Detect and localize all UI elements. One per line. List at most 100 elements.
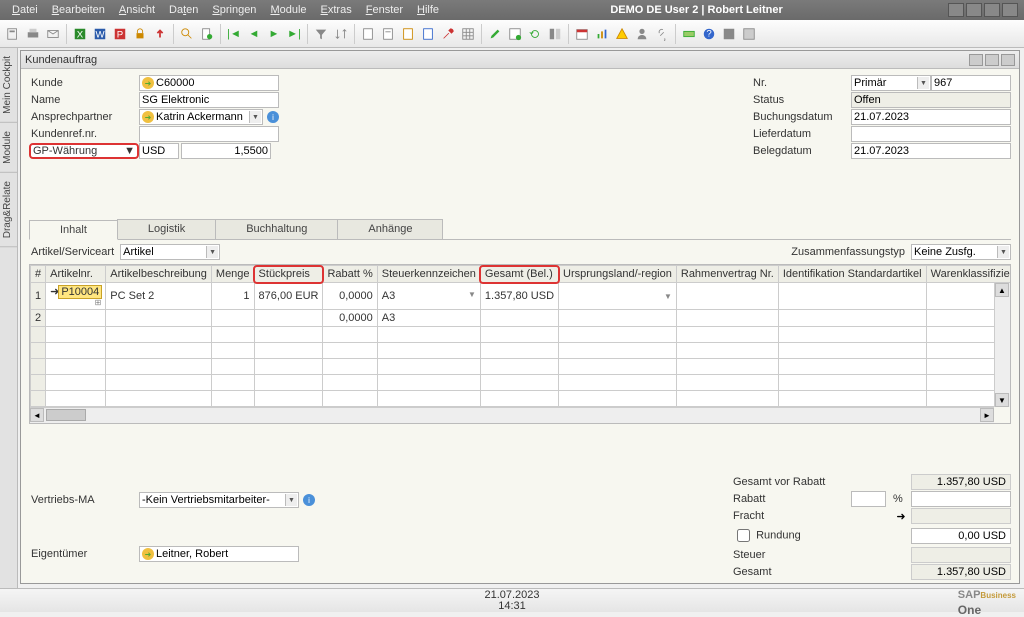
col-rahmen[interactable]: Rahmenvertrag Nr. — [676, 266, 778, 283]
col-num[interactable]: # — [31, 266, 46, 283]
currency-field[interactable]: USD — [139, 143, 179, 159]
buchungsdatum-field[interactable]: 21.07.2023 — [851, 109, 1011, 125]
link-arrow-icon[interactable]: ➜ — [142, 548, 154, 560]
name-field[interactable]: SG Elektronic — [139, 92, 279, 108]
link-icon[interactable] — [653, 25, 671, 43]
col-ident[interactable]: Identifikation Standardartikel — [778, 266, 926, 283]
link-arrow-icon[interactable]: ➜ — [896, 510, 905, 523]
menu-hilfe[interactable]: Hilfe — [411, 2, 445, 18]
grid-icon[interactable] — [459, 25, 477, 43]
side-tab-cockpit[interactable]: Mein Cockpit — [0, 48, 17, 123]
kundenref-field[interactable] — [139, 126, 279, 142]
first-record-icon[interactable]: |◄ — [225, 25, 243, 43]
context-icon[interactable] — [740, 25, 758, 43]
cash-icon[interactable] — [680, 25, 698, 43]
window-close-icon[interactable] — [1001, 54, 1015, 66]
layout-icon[interactable] — [546, 25, 564, 43]
export-pdf-icon[interactable]: P — [111, 25, 129, 43]
help-icon[interactable]: ? — [700, 25, 718, 43]
col-stueckpreis[interactable]: Stückpreis — [254, 266, 323, 283]
grid-scrollbar-vertical[interactable]: ▲ ▼ — [994, 283, 1010, 407]
doc1-icon[interactable] — [359, 25, 377, 43]
cell-artikelnr[interactable]: ➜P10004⊞ — [46, 283, 106, 310]
scroll-right-icon[interactable]: ► — [980, 408, 994, 422]
lock-icon[interactable] — [131, 25, 149, 43]
menu-ansicht[interactable]: Ansicht — [113, 2, 161, 18]
col-beschreibung[interactable]: Artikelbeschreibung — [106, 266, 212, 283]
col-menge[interactable]: Menge — [211, 266, 254, 283]
dropdown-icon[interactable]: ▼ — [249, 111, 261, 123]
sort-icon[interactable] — [332, 25, 350, 43]
refresh-icon[interactable] — [526, 25, 544, 43]
print-icon[interactable] — [24, 25, 42, 43]
rate-field[interactable]: 1,5500 — [181, 143, 271, 159]
prev-record-icon[interactable]: ◄ — [245, 25, 263, 43]
table-row[interactable]: 2 0,0000 A3 — [31, 310, 1012, 327]
side-tab-module[interactable]: Module — [0, 123, 17, 173]
upload-icon[interactable] — [151, 25, 169, 43]
dropdown-icon[interactable]: ▼ — [124, 145, 135, 157]
targetdoc-icon[interactable] — [419, 25, 437, 43]
link-arrow-icon[interactable]: ➜ — [50, 286, 59, 298]
window-minimize-icon[interactable] — [969, 54, 983, 66]
summary-type-field[interactable]: Keine Zusfg.▼ — [911, 244, 1011, 260]
scroll-thumb[interactable] — [46, 409, 86, 421]
tab-logistik[interactable]: Logistik — [117, 219, 216, 239]
export-excel-icon[interactable]: X — [71, 25, 89, 43]
edit-icon[interactable] — [486, 25, 504, 43]
tools-icon[interactable] — [439, 25, 457, 43]
preview-icon[interactable] — [4, 25, 22, 43]
eigentuemer-field[interactable]: ➜Leitner, Robert — [139, 546, 299, 562]
close-button[interactable] — [1002, 3, 1018, 17]
tab-anhaenge[interactable]: Anhänge — [337, 219, 443, 239]
nr-field[interactable]: 967 — [931, 75, 1011, 91]
last-record-icon[interactable]: ►| — [285, 25, 303, 43]
menu-datei[interactable]: Datei — [6, 2, 44, 18]
menu-bearbeiten[interactable]: Bearbeiten — [46, 2, 111, 18]
menu-fenster[interactable]: Fenster — [360, 2, 409, 18]
side-tab-dragrelate[interactable]: Drag&Relate — [0, 173, 17, 247]
mail-icon[interactable] — [44, 25, 62, 43]
doc2-icon[interactable] — [379, 25, 397, 43]
col-gesamt[interactable]: Gesamt (Bel.) — [480, 266, 558, 283]
vertriebsma-field[interactable]: -Kein Vertriebsmitarbeiter-▼ — [139, 492, 299, 508]
dropdown-icon[interactable]: ▼ — [917, 77, 929, 89]
filter-icon[interactable] — [312, 25, 330, 43]
col-ursprung[interactable]: Ursprungsland/-region — [559, 266, 677, 283]
form-icon[interactable] — [506, 25, 524, 43]
col-rabatt[interactable]: Rabatt % — [323, 266, 377, 283]
basedoc-icon[interactable] — [399, 25, 417, 43]
find-icon[interactable] — [178, 25, 196, 43]
link-arrow-icon[interactable]: ➜ — [142, 77, 154, 89]
settings-icon[interactable] — [720, 25, 738, 43]
rundung-checkbox[interactable] — [737, 529, 750, 542]
info-icon[interactable]: i — [267, 111, 279, 123]
dropdown-icon[interactable]: ▼ — [285, 494, 297, 506]
rabatt-value[interactable] — [911, 491, 1011, 507]
gp-waehrung-label[interactable]: GP-Währung▼ — [29, 143, 139, 159]
scroll-up-icon[interactable]: ▲ — [995, 283, 1009, 297]
alert-icon[interactable] — [613, 25, 631, 43]
tab-inhalt[interactable]: Inhalt — [29, 220, 118, 240]
nr-type-field[interactable]: Primär▼ — [851, 75, 931, 91]
menu-springen[interactable]: Springen — [206, 2, 262, 18]
link-arrow-icon[interactable]: ➜ — [142, 111, 154, 123]
menu-extras[interactable]: Extras — [315, 2, 358, 18]
calendar-icon[interactable] — [573, 25, 591, 43]
info-icon[interactable]: i — [303, 494, 315, 506]
rabatt-pct-field[interactable] — [851, 491, 886, 507]
scroll-down-icon[interactable]: ▼ — [995, 393, 1009, 407]
window-maximize-icon[interactable] — [985, 54, 999, 66]
tab-buchhaltung[interactable]: Buchhaltung — [215, 219, 338, 239]
rundung-value[interactable]: 0,00 USD — [911, 528, 1011, 544]
chart-icon[interactable] — [593, 25, 611, 43]
artikel-serviceart-field[interactable]: Artikel▼ — [120, 244, 220, 260]
menu-daten[interactable]: Daten — [163, 2, 204, 18]
kunde-field[interactable]: ➜C60000 — [139, 75, 279, 91]
col-artikelnr[interactable]: Artikelnr. — [46, 266, 106, 283]
grid-scrollbar-horizontal[interactable]: ◄ ► — [30, 407, 994, 423]
col-steuer[interactable]: Steuerkennzeichen — [377, 266, 480, 283]
lieferdatum-field[interactable] — [851, 126, 1011, 142]
belegdatum-field[interactable]: 21.07.2023 — [851, 143, 1011, 159]
dropdown-icon[interactable]: ▼ — [997, 246, 1009, 258]
